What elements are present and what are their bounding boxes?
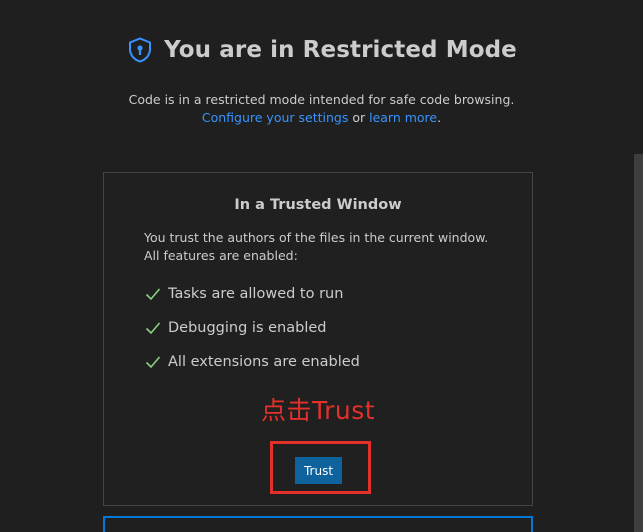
feature-label: Tasks are allowed to run: [168, 286, 344, 302]
trusted-window-card: In a Trusted Window You trust the author…: [103, 172, 533, 506]
check-icon: [144, 353, 162, 371]
shield-lock-icon: [126, 36, 154, 64]
description-links-line: Configure your settings or learn more.: [0, 109, 643, 127]
configure-settings-link[interactable]: Configure your settings: [202, 110, 348, 125]
feature-item-debugging: Debugging is enabled: [144, 311, 504, 345]
check-icon: [144, 285, 162, 303]
feature-list: Tasks are allowed to run Debugging is en…: [144, 277, 504, 379]
restricted-mode-page: You are in Restricted Mode Code is in a …: [0, 0, 643, 532]
check-icon: [144, 319, 162, 337]
page-header: You are in Restricted Mode: [0, 36, 643, 68]
description-connector: or: [348, 110, 370, 125]
restricted-window-card[interactable]: [103, 516, 533, 532]
vertical-scrollbar[interactable]: [634, 154, 643, 532]
description-line: Code is in a restricted mode intended fo…: [128, 92, 515, 107]
description-end: .: [437, 110, 442, 125]
page-title: You are in Restricted Mode: [164, 37, 517, 63]
feature-item-tasks: Tasks are allowed to run: [144, 277, 504, 311]
click-trust-annotation: 点击Trust: [260, 396, 376, 425]
feature-item-extensions: All extensions are enabled: [144, 345, 504, 379]
card-title: In a Trusted Window: [234, 197, 402, 213]
feature-label: Debugging is enabled: [168, 320, 327, 336]
card-description: You trust the authors of the files in th…: [144, 230, 489, 263]
learn-more-link[interactable]: learn more: [369, 110, 437, 125]
feature-label: All extensions are enabled: [168, 354, 360, 370]
restricted-mode-description: Code is in a restricted mode intended fo…: [0, 91, 643, 127]
title-row: You are in Restricted Mode: [126, 36, 517, 64]
trust-button[interactable]: Trust: [295, 457, 342, 484]
